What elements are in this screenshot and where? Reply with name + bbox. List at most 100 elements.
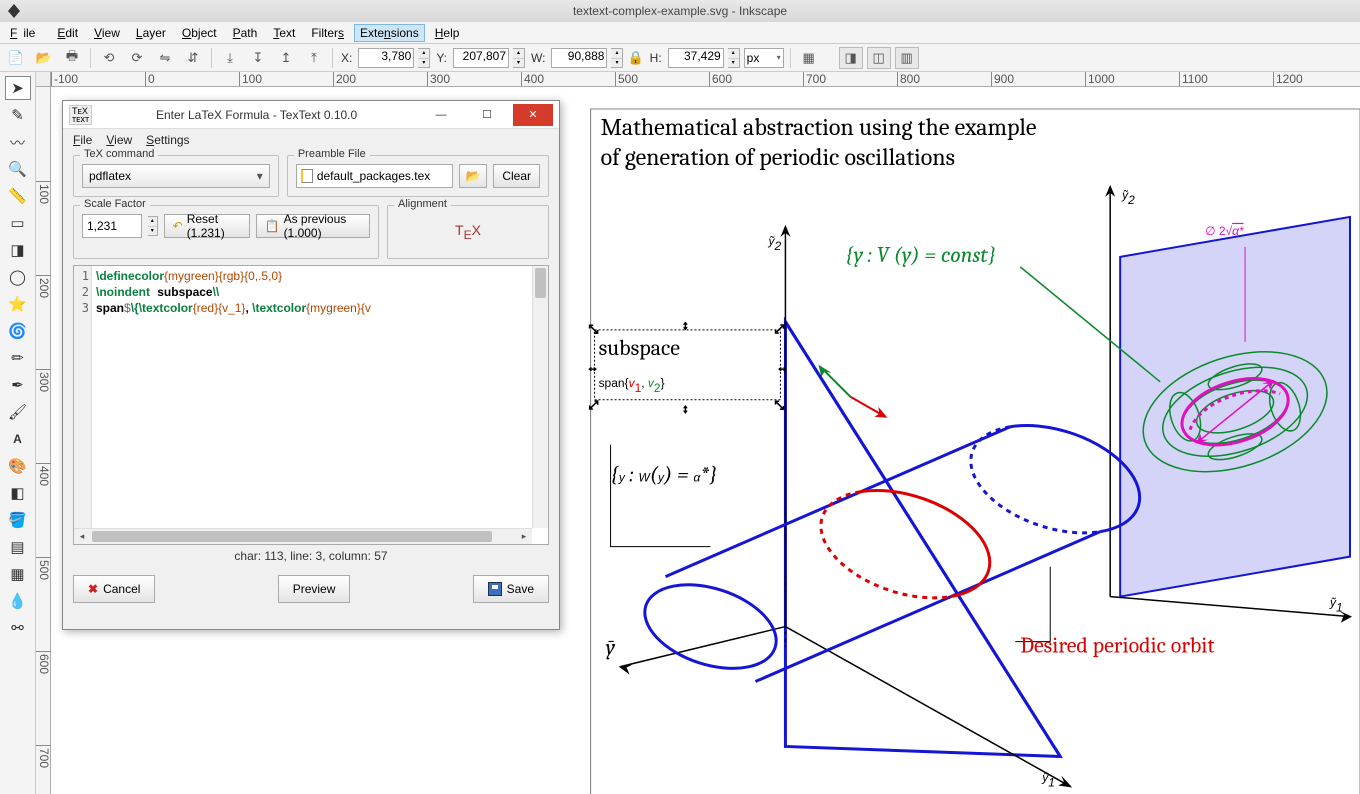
- window-title: textext-complex-example.svg - Inkscape: [573, 4, 787, 18]
- text-tool-icon[interactable]: A: [5, 427, 31, 451]
- h-input[interactable]: 37,429: [668, 48, 724, 68]
- menu-view[interactable]: View: [88, 24, 126, 42]
- affect-move-icon[interactable]: ▦: [797, 47, 821, 69]
- reset-button[interactable]: ↶Reset (1.231): [164, 214, 250, 238]
- bezier-tool-icon[interactable]: ✒: [5, 373, 31, 397]
- as-previous-button[interactable]: 📋As previous (1.000): [256, 214, 370, 238]
- latex-editor[interactable]: 123 \definecolor{mygreen}{rgb}{0,.5,0} \…: [73, 265, 549, 545]
- calligraphy-tool-icon[interactable]: 🖌: [5, 400, 31, 424]
- dlg-menu-file[interactable]: File: [73, 133, 92, 147]
- transform-corners-icon[interactable]: ◫: [867, 47, 891, 69]
- flip-v-icon[interactable]: ⇵: [181, 47, 205, 69]
- separator: [90, 48, 91, 68]
- menu-bar: File Edit View Layer Object Path Text Fi…: [0, 22, 1360, 44]
- circle-tool-icon[interactable]: ◯: [5, 265, 31, 289]
- scale-factor-input[interactable]: [82, 214, 142, 238]
- minimize-button[interactable]: —: [421, 104, 461, 126]
- print-icon[interactable]: 🖶: [60, 47, 84, 69]
- maximize-button[interactable]: ☐: [467, 104, 507, 126]
- diameter-label: ∅ 2√α*: [1205, 224, 1244, 238]
- eraser-tool-icon[interactable]: ◧: [5, 481, 31, 505]
- browse-button[interactable]: 📂: [459, 164, 487, 188]
- rotate-ccw-icon[interactable]: ⟲: [97, 47, 121, 69]
- separator: [332, 48, 333, 68]
- close-button[interactable]: ✕: [513, 104, 553, 126]
- mesh-tool-icon[interactable]: ▦: [5, 562, 31, 586]
- rotate-cw-icon[interactable]: ⟳: [125, 47, 149, 69]
- save-button[interactable]: Save: [473, 575, 549, 603]
- transform-stroke-icon[interactable]: ◨: [839, 47, 863, 69]
- tweak-tool-icon[interactable]: 〰: [5, 130, 31, 154]
- editor-vscroll[interactable]: [532, 266, 548, 528]
- v-const-label: {y : V (y) = const}: [845, 243, 996, 268]
- menu-path[interactable]: Path: [227, 24, 264, 42]
- gradient-tool-icon[interactable]: ▤: [5, 535, 31, 559]
- tex-command-legend: TeX command: [80, 148, 158, 160]
- connector-tool-icon[interactable]: ⚯: [5, 616, 31, 640]
- menu-edit[interactable]: Edit: [51, 24, 84, 42]
- code-area[interactable]: \definecolor{mygreen}{rgb}{0,.5,0} \noin…: [92, 266, 548, 544]
- unit-select[interactable]: px: [744, 48, 784, 68]
- lower-icon[interactable]: ↧: [246, 47, 270, 69]
- menu-object[interactable]: Object: [176, 24, 223, 42]
- zoom-tool-icon[interactable]: 🔍: [5, 157, 31, 181]
- dlg-menu-settings[interactable]: Settings: [146, 133, 189, 147]
- w-spinner[interactable]: ▴▾: [611, 48, 623, 68]
- x-label: X:: [339, 51, 354, 65]
- cancel-button[interactable]: ✖Cancel: [73, 575, 155, 603]
- y-label: Y:: [434, 51, 449, 65]
- w-input[interactable]: 90,888: [551, 48, 607, 68]
- inkscape-logo-icon: [6, 3, 22, 19]
- line-gutter: 123: [74, 266, 92, 544]
- spray-tool-icon[interactable]: 🎨: [5, 454, 31, 478]
- clear-button[interactable]: Clear: [493, 164, 540, 188]
- menu-help[interactable]: Help: [429, 24, 466, 42]
- measure-tool-icon[interactable]: 📏: [5, 184, 31, 208]
- spiral-tool-icon[interactable]: 🌀: [5, 319, 31, 343]
- sf-spinner[interactable]: ▴▾: [148, 216, 158, 236]
- editor-hscroll[interactable]: ◂▸: [74, 528, 532, 544]
- flip-h-icon[interactable]: ⇋: [153, 47, 177, 69]
- lock-icon[interactable]: 🔒: [627, 50, 643, 66]
- preview-button[interactable]: Preview: [278, 575, 351, 603]
- menu-filters[interactable]: Filters: [305, 24, 350, 42]
- menu-layer[interactable]: Layer: [130, 24, 172, 42]
- w-label: {y : W(y) = α*}: [611, 463, 718, 488]
- dropper-tool-icon[interactable]: 💧: [5, 589, 31, 613]
- raise-top-icon[interactable]: ⤒: [302, 47, 326, 69]
- node-tool-icon[interactable]: ✎: [5, 103, 31, 127]
- lower-bottom-icon[interactable]: ⤓: [218, 47, 242, 69]
- y-spinner[interactable]: ▴▾: [513, 48, 525, 68]
- selector-tool-icon[interactable]: ➤: [5, 76, 31, 100]
- menu-extensions[interactable]: Extensions: [354, 24, 425, 42]
- open-doc-icon[interactable]: 📂: [32, 47, 56, 69]
- rect-tool-icon[interactable]: ▭: [5, 211, 31, 235]
- dialog-title: Enter LaTeX Formula - TexText 0.10.0: [98, 108, 415, 122]
- svg-text:⤡: ⤡: [774, 398, 784, 412]
- x-input[interactable]: 3,780: [358, 48, 414, 68]
- title-line-1: Mathematical abstraction using the examp…: [601, 113, 1037, 141]
- transform-gradient-icon[interactable]: ▥: [895, 47, 919, 69]
- right-plane: [1120, 217, 1350, 597]
- alignment-indicator[interactable]: TEX: [396, 214, 540, 250]
- dlg-menu-view[interactable]: View: [106, 133, 132, 147]
- tex-command-combo[interactable]: pdflatex: [82, 164, 270, 188]
- menu-text[interactable]: Text: [267, 24, 301, 42]
- dialog-titlebar[interactable]: TᴇXᴛᴇxᴛ Enter LaTeX Formula - TexText 0.…: [63, 101, 559, 129]
- star-tool-icon[interactable]: ⭐: [5, 292, 31, 316]
- fill-tool-icon[interactable]: 🪣: [5, 508, 31, 532]
- h-spinner[interactable]: ▴▾: [728, 48, 740, 68]
- y-input[interactable]: 207,807: [453, 48, 509, 68]
- svg-text:↕: ↕: [683, 318, 689, 332]
- preamble-legend: Preamble File: [294, 148, 370, 160]
- textext-icon: TᴇXᴛᴇxᴛ: [69, 105, 92, 125]
- pencil-tool-icon[interactable]: ✏: [5, 346, 31, 370]
- svg-text:↔: ↔: [587, 360, 599, 374]
- textext-dialog[interactable]: TᴇXᴛᴇxᴛ Enter LaTeX Formula - TexText 0.…: [62, 100, 560, 630]
- 3dbox-tool-icon[interactable]: ◨: [5, 238, 31, 262]
- x-spinner[interactable]: ▴▾: [418, 48, 430, 68]
- menu-file[interactable]: File: [4, 24, 47, 42]
- raise-icon[interactable]: ↥: [274, 47, 298, 69]
- new-doc-icon[interactable]: 📄: [4, 47, 28, 69]
- label-ybar: ȳ: [606, 636, 616, 661]
